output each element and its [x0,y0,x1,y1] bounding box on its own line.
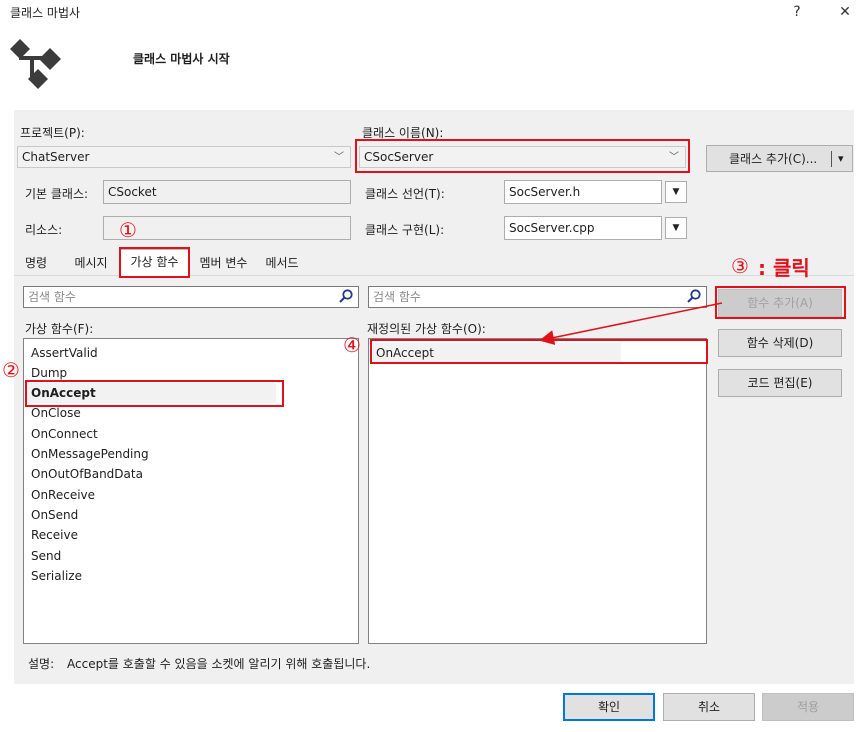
description-label: 설명: [28,657,55,671]
ok-button[interactable]: 확인 [563,693,655,721]
cancel-button[interactable]: 취소 [663,693,755,721]
apply-button[interactable]: 적용 [762,693,854,721]
annotation-arrow [539,302,723,345]
description-text: Accept를 호출할 수 있음을 소켓에 알리기 위해 호출됩니다. [67,657,371,671]
